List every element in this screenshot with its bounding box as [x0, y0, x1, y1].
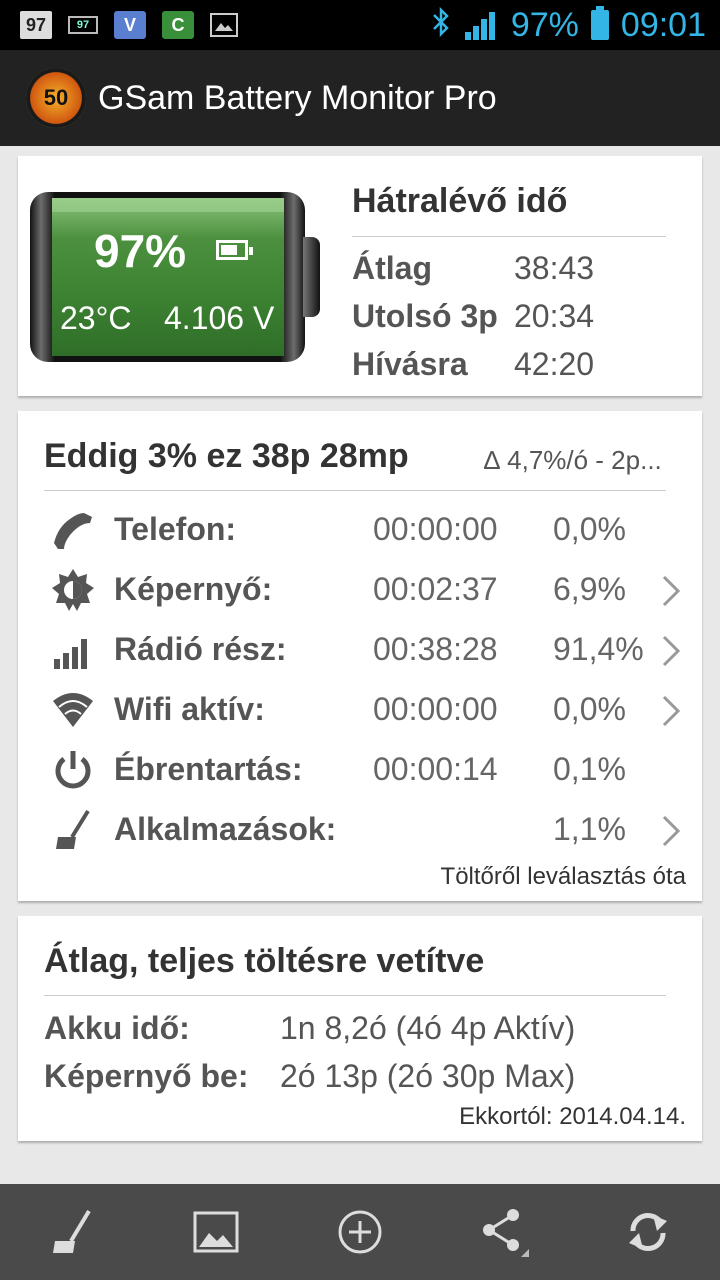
- wifi-icon: [50, 687, 96, 733]
- refresh-icon[interactable]: [618, 1202, 678, 1262]
- battery-percent-text: 97%: [510, 5, 579, 44]
- chevron-right-icon[interactable]: [658, 693, 682, 729]
- usage-time: 00:00:00: [373, 511, 498, 547]
- share-icon[interactable]: [474, 1202, 534, 1262]
- usage-percent: 0,0%: [553, 691, 626, 727]
- notification-97-icon: 97: [20, 11, 52, 39]
- average-value: 2ó 13p (2ó 30p Max): [280, 1058, 576, 1094]
- battery-cap: [303, 237, 320, 317]
- remaining-value: 42:20: [514, 346, 595, 382]
- usage-row-phone[interactable]: Telefon: 00:00:00 0,0%: [18, 499, 702, 559]
- chevron-right-icon[interactable]: [658, 813, 682, 849]
- broom-icon[interactable]: [42, 1202, 102, 1262]
- usage-time: 00:38:28: [373, 631, 498, 667]
- picture-icon[interactable]: [186, 1202, 246, 1262]
- notification-v-icon: V: [114, 11, 146, 39]
- usage-percent: 1,1%: [553, 811, 626, 847]
- usage-percent: 0,1%: [553, 751, 626, 787]
- action-bar: 50 GSam Battery Monitor Pro: [0, 50, 720, 146]
- bottom-action-bar: [0, 1184, 720, 1280]
- brightness-icon: [50, 567, 96, 613]
- remaining-row: Átlag 38:43: [352, 250, 594, 287]
- bluetooth-icon: [431, 6, 451, 44]
- usage-time: 00:00:00: [373, 691, 498, 727]
- average-row: Képernyő be: 2ó 13p (2ó 30p Max): [44, 1058, 575, 1095]
- usage-title: Eddig 3% ez 38p 28mp: [44, 437, 409, 475]
- battery-small-icon: [216, 240, 253, 260]
- remaining-label: Hívásra: [352, 346, 468, 382]
- notification-c-icon: C: [162, 11, 194, 39]
- battery-status-icon: [590, 6, 609, 40]
- power-icon: [50, 747, 96, 793]
- signal-strength-icon: [463, 10, 499, 40]
- add-icon[interactable]: [330, 1202, 390, 1262]
- divider: [352, 236, 666, 237]
- usage-time: 00:00:14: [373, 751, 498, 787]
- average-value: 1n 8,2ó (4ó 4p Aktív): [280, 1010, 576, 1046]
- usage-name: Képernyő:: [114, 571, 273, 607]
- usage-percent: 6,9%: [553, 571, 626, 607]
- app-title: GSam Battery Monitor Pro: [98, 78, 497, 117]
- usage-footer: Töltőről leválasztás óta: [440, 863, 686, 890]
- average-row: Akku idő: 1n 8,2ó (4ó 4p Aktív): [44, 1010, 575, 1047]
- usage-row-wifi[interactable]: Wifi aktív: 00:00:00 0,0%: [18, 679, 702, 739]
- usage-row-apps[interactable]: Alkalmazások: 1,1%: [18, 799, 702, 859]
- chevron-right-icon[interactable]: [658, 573, 682, 609]
- usage-row-screen[interactable]: Képernyő: 00:02:37 6,9%: [18, 559, 702, 619]
- notification-image-icon: [210, 13, 238, 37]
- usage-name: Rádió rész:: [114, 631, 287, 667]
- usage-time: 00:02:37: [373, 571, 498, 607]
- status-bar: 97 97 V C 97% 09:01: [0, 0, 720, 50]
- usage-delta: ∆ 4,7%/ó - 2p...: [484, 445, 662, 475]
- notification-battery-icon: 97: [68, 16, 98, 34]
- divider: [44, 490, 666, 491]
- battery-temperature: 23°C: [60, 300, 132, 336]
- battery-summary-card[interactable]: 97% 23°C 4.106 V Hátralévő idő Átlag 38:…: [18, 156, 702, 396]
- usage-name: Telefon:: [114, 511, 237, 547]
- usage-breakdown-card: Eddig 3% ez 38p 28mp ∆ 4,7%/ó - 2p... Te…: [18, 411, 702, 901]
- usage-name: Wifi aktív:: [114, 691, 265, 727]
- remaining-row: Hívásra 42:20: [352, 346, 594, 383]
- remaining-label: Utolsó 3p: [352, 298, 498, 334]
- average-label: Akku idő:: [44, 1010, 190, 1046]
- average-footer: Ekkortól: 2014.04.14.: [459, 1103, 686, 1130]
- usage-percent: 91,4%: [553, 631, 644, 667]
- broom-icon: [50, 807, 96, 853]
- usage-row-wakelock[interactable]: Ébrentartás: 00:00:14 0,1%: [18, 739, 702, 799]
- remaining-value: 20:34: [514, 298, 595, 334]
- battery-percent: 97%: [94, 225, 187, 277]
- remaining-time-title: Hátralévő idő: [352, 182, 568, 220]
- average-projection-card: Átlag, teljes töltésre vetítve Akku idő:…: [18, 916, 702, 1141]
- clock-text: 09:01: [620, 5, 706, 44]
- app-logo-icon[interactable]: 50: [26, 68, 86, 128]
- usage-name: Ébrentartás:: [114, 751, 303, 787]
- usage-percent: 0,0%: [553, 511, 626, 547]
- chevron-right-icon[interactable]: [658, 633, 682, 669]
- average-title: Átlag, teljes töltésre vetítve: [44, 942, 485, 980]
- usage-name: Alkalmazások:: [114, 811, 337, 847]
- phone-icon: [50, 507, 96, 553]
- usage-row-radio[interactable]: Rádió rész: 00:38:28 91,4%: [18, 619, 702, 679]
- battery-voltage: 4.106 V: [164, 300, 275, 336]
- divider: [44, 995, 666, 996]
- remaining-label: Átlag: [352, 250, 432, 286]
- remaining-value: 38:43: [514, 250, 595, 286]
- battery-graphic: 97% 23°C 4.106 V: [30, 192, 320, 362]
- signal-icon: [50, 627, 96, 673]
- remaining-row: Utolsó 3p 20:34: [352, 298, 594, 335]
- average-label: Képernyő be:: [44, 1058, 249, 1094]
